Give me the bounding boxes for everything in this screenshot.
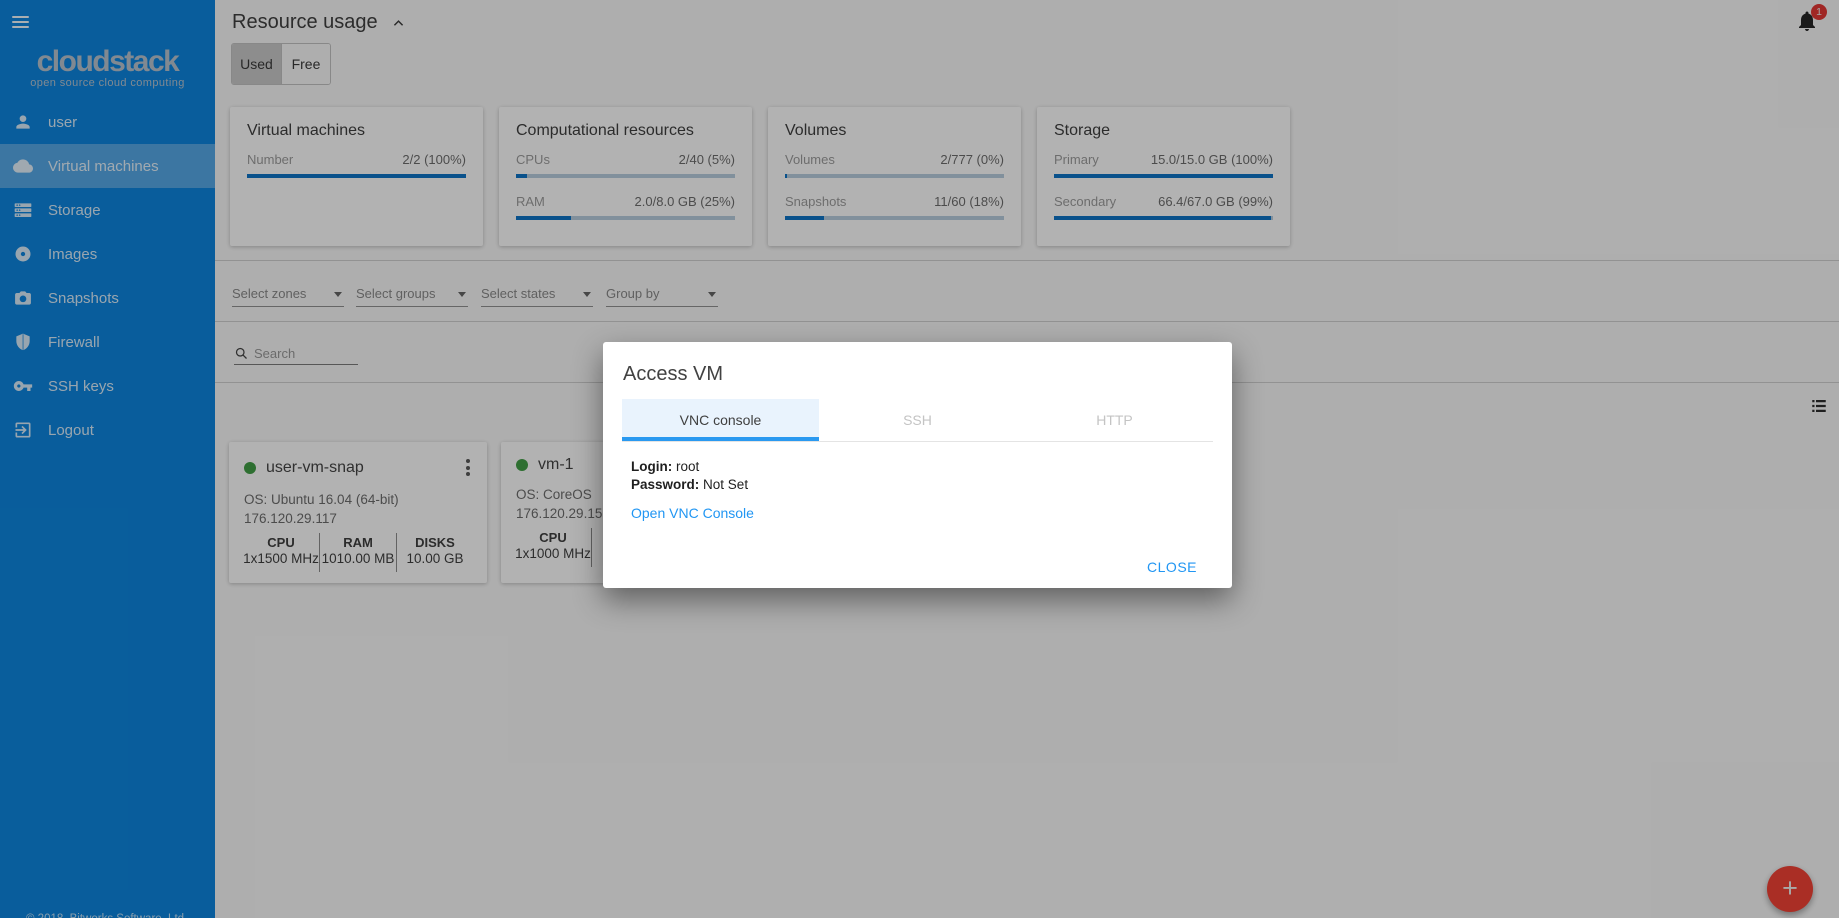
dialog-title: Access VM [623,363,724,385]
tab-vnc-console[interactable]: VNC console [622,399,819,441]
close-dialog-button[interactable]: CLOSE [1147,559,1197,575]
dialog-tabbar: VNC console SSH HTTP [622,399,1213,442]
tab-http[interactable]: HTTP [1016,399,1213,441]
dialog-body: Login: root Password: Not Set [631,458,1232,494]
password-line: Password: Not Set [631,476,1232,494]
login-value: root [676,459,700,474]
password-value: Not Set [703,477,749,492]
tab-ssh[interactable]: SSH [819,399,1016,441]
password-label: Password: [631,477,700,492]
login-line: Login: root [631,458,1232,476]
login-label: Login: [631,459,673,474]
open-vnc-console-link[interactable]: Open VNC Console [631,505,754,521]
access-vm-dialog: Access VM VNC console SSH HTTP Login: ro… [603,342,1232,588]
